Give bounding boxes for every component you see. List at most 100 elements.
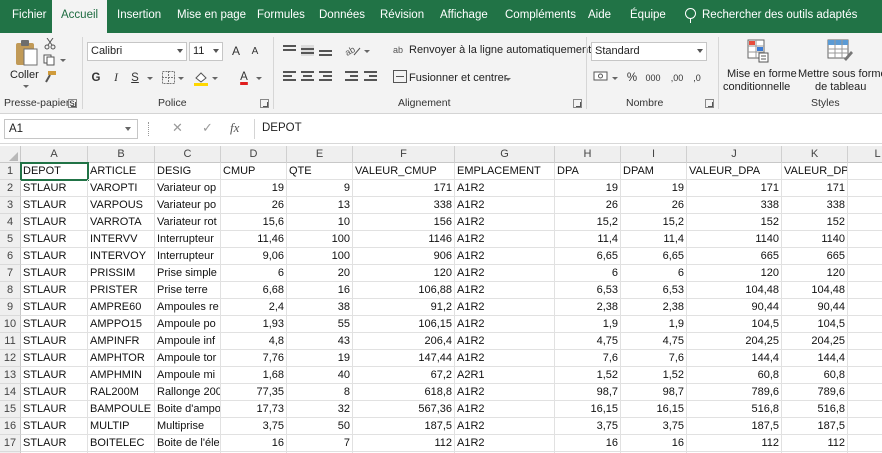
cell-H11[interactable]: 4,75 — [555, 333, 621, 350]
cell-D10[interactable]: 1,93 — [221, 316, 287, 333]
cell-A11[interactable]: STLAUR — [21, 333, 88, 350]
cell-E14[interactable]: 8 — [287, 384, 353, 401]
cell-A6[interactable]: STLAUR — [21, 248, 88, 265]
cell-J8[interactable]: 104,48 — [687, 282, 782, 299]
cell-J16[interactable]: 187,5 — [687, 418, 782, 435]
cell-H13[interactable]: 1,52 — [555, 367, 621, 384]
cut-icon[interactable] — [44, 38, 56, 50]
cell-G3[interactable]: A1R2 — [455, 197, 555, 214]
cell-H2[interactable]: 19 — [555, 180, 621, 197]
cell-B7[interactable]: PRISSIM — [88, 265, 155, 282]
cell-B5[interactable]: INTERVV — [88, 231, 155, 248]
cell-F1[interactable]: VALEUR_CMUP — [353, 163, 455, 180]
copy-icon[interactable] — [43, 54, 57, 66]
cell-C2[interactable]: Variateur op — [155, 180, 221, 197]
cell-B8[interactable]: PRISTER — [88, 282, 155, 299]
cell-E1[interactable]: QTE — [287, 163, 353, 180]
cell-A2[interactable]: STLAUR — [21, 180, 88, 197]
cell-F8[interactable]: 106,88 — [353, 282, 455, 299]
cell-H7[interactable]: 6 — [555, 265, 621, 282]
cell-D1[interactable]: CMUP — [221, 163, 287, 180]
cell-B13[interactable]: AMPHMIN — [88, 367, 155, 384]
align-left-icon[interactable] — [283, 71, 296, 82]
cell-D2[interactable]: 19 — [221, 180, 287, 197]
cell-I9[interactable]: 2,38 — [621, 299, 687, 316]
cell-A7[interactable]: STLAUR — [21, 265, 88, 282]
cell-A3[interactable]: STLAUR — [21, 197, 88, 214]
row-header[interactable]: 15 — [0, 401, 21, 418]
cell-B1[interactable]: ARTICLE — [88, 163, 155, 180]
cell-C6[interactable]: Interrupteur — [155, 248, 221, 265]
cell-F2[interactable]: 171 — [353, 180, 455, 197]
cell-L13[interactable] — [848, 367, 882, 384]
tab-mise-en-page[interactable]: Mise en page — [177, 0, 246, 33]
tab-fichier[interactable]: Fichier — [12, 0, 47, 33]
cell-K8[interactable]: 104,48 — [782, 282, 848, 299]
cell-F9[interactable]: 91,2 — [353, 299, 455, 316]
cell-I1[interactable]: DPAM — [621, 163, 687, 180]
cell-G4[interactable]: A1R2 — [455, 214, 555, 231]
column-header[interactable]: K — [782, 146, 848, 163]
column-header[interactable]: L — [848, 146, 882, 163]
underline-button[interactable]: S — [128, 69, 142, 87]
cell-J4[interactable]: 152 — [687, 214, 782, 231]
paste-button[interactable]: Coller — [8, 37, 44, 93]
format-painter-icon[interactable] — [43, 71, 57, 83]
cell-G12[interactable]: A1R2 — [455, 350, 555, 367]
cell-K17[interactable]: 112 — [782, 435, 848, 452]
grow-font-button[interactable]: A — [230, 42, 242, 60]
cell-L9[interactable] — [848, 299, 882, 316]
align-center-icon[interactable] — [301, 71, 314, 82]
cell-L8[interactable] — [848, 282, 882, 299]
cell-C12[interactable]: Ampoule tor — [155, 350, 221, 367]
cell-E10[interactable]: 55 — [287, 316, 353, 333]
row-header[interactable]: 4 — [0, 214, 21, 231]
cell-E8[interactable]: 16 — [287, 282, 353, 299]
cell-L6[interactable] — [848, 248, 882, 265]
cell-E4[interactable]: 10 — [287, 214, 353, 231]
cell-K2[interactable]: 171 — [782, 180, 848, 197]
cell-J15[interactable]: 516,8 — [687, 401, 782, 418]
column-header[interactable]: D — [221, 146, 287, 163]
cell-F10[interactable]: 106,15 — [353, 316, 455, 333]
cell-L15[interactable] — [848, 401, 882, 418]
tell-me-search[interactable]: Rechercher des outils adaptés — [685, 0, 857, 33]
cell-F3[interactable]: 338 — [353, 197, 455, 214]
tab-accueil[interactable]: Accueil — [52, 0, 108, 33]
cell-B16[interactable]: MULTIP — [88, 418, 155, 435]
cell-C4[interactable]: Variateur rot — [155, 214, 221, 231]
tab-donnees[interactable]: Données — [319, 0, 365, 33]
cell-J7[interactable]: 120 — [687, 265, 782, 282]
cancel-icon[interactable]: ✕ — [172, 120, 183, 136]
cell-I7[interactable]: 6 — [621, 265, 687, 282]
cell-C1[interactable]: DESIG — [155, 163, 221, 180]
cell-I13[interactable]: 1,52 — [621, 367, 687, 384]
cell-G6[interactable]: A1R2 — [455, 248, 555, 265]
cell-C8[interactable]: Prise terre — [155, 282, 221, 299]
cell-D16[interactable]: 3,75 — [221, 418, 287, 435]
cell-F6[interactable]: 906 — [353, 248, 455, 265]
cell-G14[interactable]: A1R2 — [455, 384, 555, 401]
cell-H16[interactable]: 3,75 — [555, 418, 621, 435]
cell-E12[interactable]: 19 — [287, 350, 353, 367]
cell-E9[interactable]: 38 — [287, 299, 353, 316]
cell-B2[interactable]: VAROPTI — [88, 180, 155, 197]
cell-L1[interactable] — [848, 163, 882, 180]
cell-K14[interactable]: 789,6 — [782, 384, 848, 401]
alignment-launcher-icon[interactable] — [573, 99, 582, 108]
cell-I10[interactable]: 1,9 — [621, 316, 687, 333]
cell-J5[interactable]: 1140 — [687, 231, 782, 248]
row-header[interactable]: 8 — [0, 282, 21, 299]
cell-D8[interactable]: 6,68 — [221, 282, 287, 299]
cell-A9[interactable]: STLAUR — [21, 299, 88, 316]
cell-B6[interactable]: INTERVOY — [88, 248, 155, 265]
cell-L17[interactable] — [848, 435, 882, 452]
cell-J2[interactable]: 171 — [687, 180, 782, 197]
column-header[interactable]: B — [88, 146, 155, 163]
column-header[interactable]: F — [353, 146, 455, 163]
cell-F5[interactable]: 1146 — [353, 231, 455, 248]
cell-J3[interactable]: 338 — [687, 197, 782, 214]
align-bottom-icon[interactable] — [319, 45, 332, 56]
cell-B15[interactable]: BAMPOULE — [88, 401, 155, 418]
tab-equipe[interactable]: Équipe — [630, 0, 666, 33]
